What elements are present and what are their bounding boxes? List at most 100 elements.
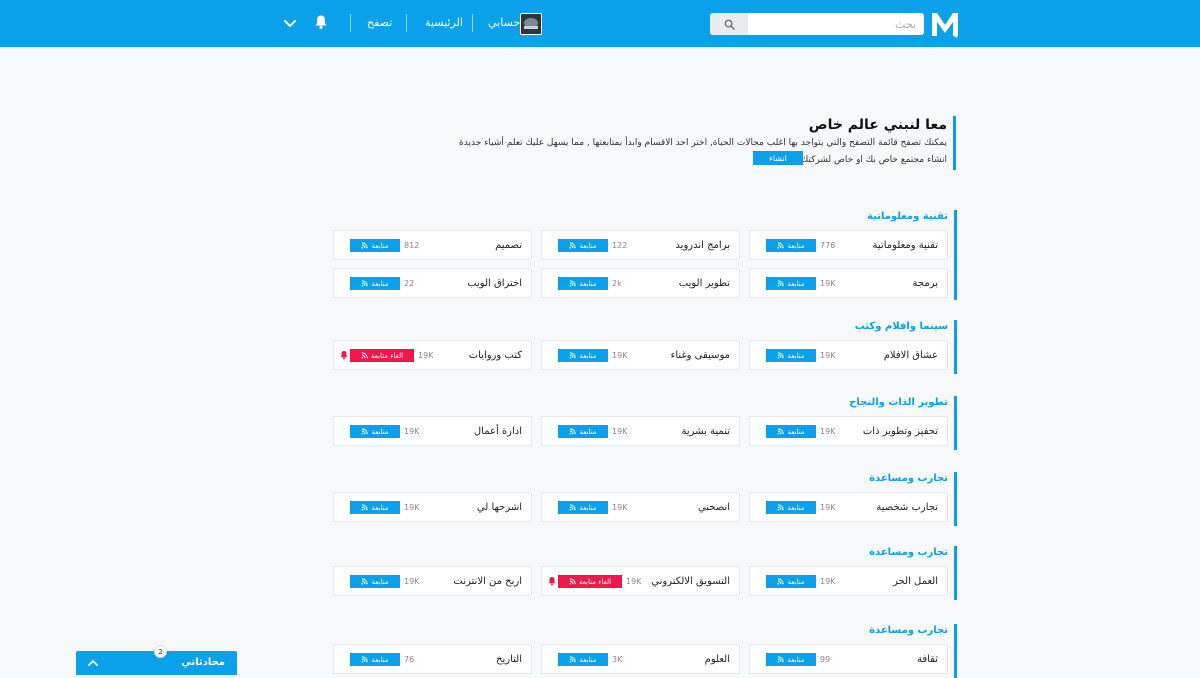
bell-icon[interactable] xyxy=(313,14,329,30)
search-box xyxy=(710,13,924,35)
follow-button[interactable]: متابعة xyxy=(766,653,816,666)
follower-count: 19K xyxy=(404,503,420,512)
category-card[interactable]: التاريخ 76 متابعة xyxy=(333,644,532,674)
feed-icon xyxy=(361,352,368,359)
category-name[interactable]: اختراق الويب xyxy=(467,277,522,290)
follower-count: 19K xyxy=(612,427,628,436)
feed-icon xyxy=(569,352,577,359)
category-name[interactable]: تنمية بشرية xyxy=(681,425,730,438)
follow-button[interactable]: متابعة xyxy=(350,425,400,438)
follow-button[interactable]: متابعة xyxy=(766,239,816,252)
follower-count: 19K xyxy=(820,577,836,586)
category-card[interactable]: تجارب شخصية 19K متابعة xyxy=(749,492,948,522)
category-name[interactable]: ادارة أعمال xyxy=(474,425,522,438)
category-card[interactable]: التسويق الالكتروني 19K الغاء متابعة xyxy=(541,566,740,596)
category-card[interactable]: العلوم 3K متابعة xyxy=(541,644,740,674)
category-card[interactable]: تحفيز وتطوير ذات 19K متابعة xyxy=(749,416,948,446)
category-name[interactable]: تجارب شخصية xyxy=(876,501,938,514)
follow-button[interactable]: متابعة xyxy=(558,349,608,362)
category-card[interactable]: عشاق الافلام 19K متابعة xyxy=(749,340,948,370)
follow-button[interactable]: متابعة xyxy=(766,501,816,514)
nav-account-link[interactable]: حسابي xyxy=(488,15,520,31)
category-section: تطوير الذات والنجاح تحفيز وتطوير ذات 19K مت… xyxy=(333,396,957,450)
unfollow-button[interactable]: الغاء متابعة xyxy=(558,575,622,588)
avatar[interactable] xyxy=(520,13,542,35)
unfollow-button[interactable]: الغاء متابعة xyxy=(350,349,414,362)
follow-button[interactable]: متابعة xyxy=(350,239,400,252)
category-card[interactable]: تقنية ومعلوماتية 776 متابعة xyxy=(749,230,948,260)
nav-browse-link[interactable]: تصفح xyxy=(367,15,392,31)
category-name[interactable]: كتب وروايات xyxy=(469,349,522,362)
create-community-button[interactable]: انشاء xyxy=(753,151,803,165)
category-name[interactable]: ثقافة xyxy=(917,653,938,666)
search-input[interactable] xyxy=(748,13,924,35)
category-name[interactable]: اشرحها لي xyxy=(477,501,522,514)
category-name[interactable]: التاريخ xyxy=(496,653,522,666)
follow-button-label: الغاء متابعة xyxy=(578,577,612,586)
category-section: سينما وافلام وكتب عشاق الافلام 19K متابعة مو… xyxy=(333,320,957,374)
category-card[interactable]: تطوير الويب 2k متابعة xyxy=(541,268,740,298)
category-name[interactable]: تصميم xyxy=(495,239,522,252)
notification-bell-icon[interactable] xyxy=(547,576,557,586)
follow-button[interactable]: متابعة xyxy=(558,239,608,252)
follow-button-label: متابعة xyxy=(787,503,805,512)
feed-icon xyxy=(569,504,577,511)
category-card[interactable]: ادارة أعمال 19K متابعة xyxy=(333,416,532,446)
follow-button[interactable]: متابعة xyxy=(350,575,400,588)
follow-button[interactable]: متابعة xyxy=(558,653,608,666)
follow-button-label: متابعة xyxy=(787,279,805,288)
section-title: تجارب ومساعدة xyxy=(869,473,948,484)
m-logo-icon[interactable] xyxy=(930,9,960,39)
follow-button[interactable]: متابعة xyxy=(766,277,816,290)
follow-button-label: متابعة xyxy=(371,241,389,250)
category-name[interactable]: برمجة xyxy=(913,277,938,290)
follower-count: 19K xyxy=(612,503,628,512)
category-name[interactable]: انصحني xyxy=(698,501,730,514)
category-name[interactable]: عشاق الافلام xyxy=(884,349,938,362)
category-card[interactable]: تنمية بشرية 19K متابعة xyxy=(541,416,740,446)
category-name[interactable]: العلوم xyxy=(705,653,730,666)
feed-icon xyxy=(777,428,785,435)
category-card[interactable]: برامج اندرويد 122 متابعة xyxy=(541,230,740,260)
follow-button[interactable]: متابعة xyxy=(766,349,816,362)
category-card[interactable]: اشرحها لي 19K متابعة xyxy=(333,492,532,522)
category-card[interactable]: موسيقى وغناء 19K متابعة xyxy=(541,340,740,370)
follower-count: 19K xyxy=(820,427,836,436)
notification-bell-icon[interactable] xyxy=(339,350,349,360)
follow-button[interactable]: متابعة xyxy=(558,425,608,438)
category-card[interactable]: اربح من الانترنت 19K متابعة xyxy=(333,566,532,596)
follow-button[interactable]: متابعة xyxy=(766,425,816,438)
category-name[interactable]: برامج اندرويد xyxy=(675,239,730,252)
follow-button[interactable]: متابعة xyxy=(350,277,400,290)
category-card[interactable]: العمل الحر 19K متابعة xyxy=(749,566,948,596)
follower-count: 3K xyxy=(612,655,623,664)
category-name[interactable]: تحفيز وتطوير ذات xyxy=(863,425,938,438)
nav-home-link[interactable]: الرئيسية xyxy=(425,15,463,31)
follow-button-label: متابعة xyxy=(787,241,805,250)
category-card[interactable]: انصحني 19K متابعة xyxy=(541,492,740,522)
category-name[interactable]: التسويق الالكتروني xyxy=(651,575,730,588)
follow-button[interactable]: متابعة xyxy=(558,501,608,514)
follow-button[interactable]: متابعة xyxy=(558,277,608,290)
search-button[interactable] xyxy=(710,13,748,35)
category-name[interactable]: تطوير الويب xyxy=(679,277,730,290)
category-name[interactable]: موسيقى وغناء xyxy=(671,349,730,362)
category-card[interactable]: اختراق الويب 22 متابعة xyxy=(333,268,532,298)
follow-button-label: الغاء متابعة xyxy=(370,351,404,360)
follow-button[interactable]: متابعة xyxy=(350,653,400,666)
follow-button[interactable]: متابعة xyxy=(766,575,816,588)
chevron-down-icon[interactable] xyxy=(282,15,298,31)
feed-icon xyxy=(777,352,785,359)
follow-button[interactable]: متابعة xyxy=(350,501,400,514)
chevron-up-icon[interactable] xyxy=(87,657,99,669)
nav-divider xyxy=(406,14,407,32)
category-card[interactable]: تصميم 812 متابعة xyxy=(333,230,532,260)
category-name[interactable]: تقنية ومعلوماتية xyxy=(873,239,938,252)
category-card[interactable]: كتب وروايات 19K الغاء متابعة xyxy=(333,340,532,370)
section-title: سينما وافلام وكتب xyxy=(854,321,948,332)
category-name[interactable]: العمل الحر xyxy=(893,575,938,588)
category-card[interactable]: برمجة 19K متابعة xyxy=(749,268,948,298)
follower-count: 19K xyxy=(820,503,836,512)
category-card[interactable]: ثقافة 99 متابعة xyxy=(749,644,948,674)
category-name[interactable]: اربح من الانترنت xyxy=(453,575,522,588)
